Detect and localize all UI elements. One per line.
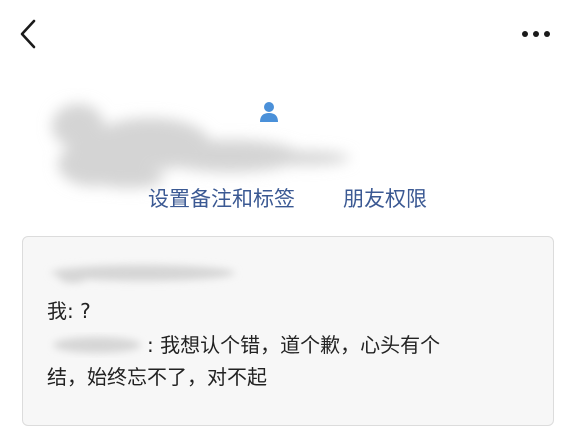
redacted-sender-name — [43, 255, 253, 291]
reply-text: : 我想认个错，道个歉，心头有个 — [147, 333, 441, 357]
reply-message-line-1: : 我想认个错，道个歉，心头有个 — [47, 329, 440, 361]
reply-message-line-2: 结，始终忘不了，对不起 — [47, 365, 267, 389]
friend-permissions-link[interactable]: 朋友权限 — [343, 184, 427, 214]
set-remark-tags-link[interactable]: 设置备注和标签 — [148, 184, 295, 214]
person-icon — [258, 99, 280, 123]
my-message: 我: ? — [47, 299, 91, 323]
more-options-button[interactable] — [516, 22, 556, 46]
message-card[interactable]: 我: ? : 我想认个错，道个歉，心头有个 结，始终忘不了，对不起 — [22, 236, 554, 426]
top-bar — [0, 0, 566, 70]
back-button[interactable] — [14, 16, 46, 52]
chevron-left-icon — [20, 19, 36, 49]
more-dots-icon — [522, 31, 550, 37]
redacted-reply-sender — [47, 332, 147, 358]
